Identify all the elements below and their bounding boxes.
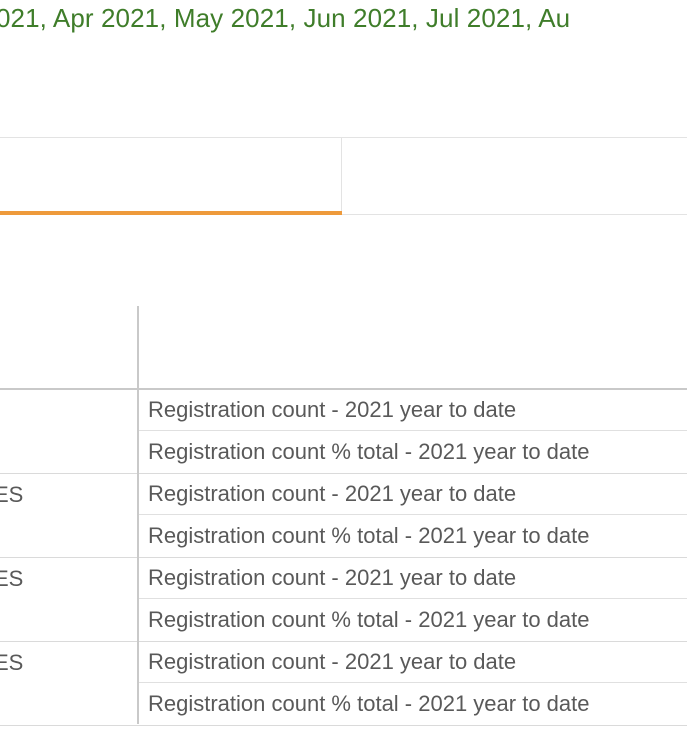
table-row-group: ES Registration count - 2021 year to dat… [0, 474, 687, 558]
row-divider [0, 725, 687, 726]
row-dimension-label[interactable]: ES [0, 566, 124, 592]
tab-1[interactable] [0, 138, 342, 215]
measure-cell[interactable]: Registration count - 2021 year to date [139, 390, 687, 431]
measure-cell[interactable]: Registration count - 2021 year to date [139, 474, 687, 515]
pivot-table: Registration count - 2021 year to date R… [0, 306, 687, 726]
measure-cell[interactable]: Registration count - 2021 year to date [139, 642, 687, 683]
measure-cell[interactable]: Registration count % total - 2021 year t… [139, 600, 687, 641]
measure-cell[interactable]: Registration count % total - 2021 year t… [139, 684, 687, 725]
measure-cell[interactable]: Registration count % total - 2021 year t… [139, 516, 687, 557]
active-tab-indicator [0, 211, 342, 215]
row-dimension-label[interactable]: ES [0, 482, 124, 508]
measure-cell[interactable]: Registration count - 2021 year to date [139, 558, 687, 599]
column-divider[interactable] [137, 306, 139, 724]
row-dimension-label[interactable]: ES [0, 650, 124, 676]
selected-months-filter-summary[interactable]: 021, Apr 2021, May 2021, Jun 2021, Jul 2… [0, 2, 687, 34]
tab-2[interactable] [343, 138, 687, 215]
table-row-group: Registration count - 2021 year to date R… [0, 390, 687, 474]
sheet-tab-strip [0, 137, 687, 215]
table-header-row [0, 306, 687, 390]
table-row-group: ES Registration count - 2021 year to dat… [0, 558, 687, 642]
measure-cell[interactable]: Registration count % total - 2021 year t… [139, 432, 687, 473]
table-row-group: ES Registration count - 2021 year to dat… [0, 642, 687, 726]
